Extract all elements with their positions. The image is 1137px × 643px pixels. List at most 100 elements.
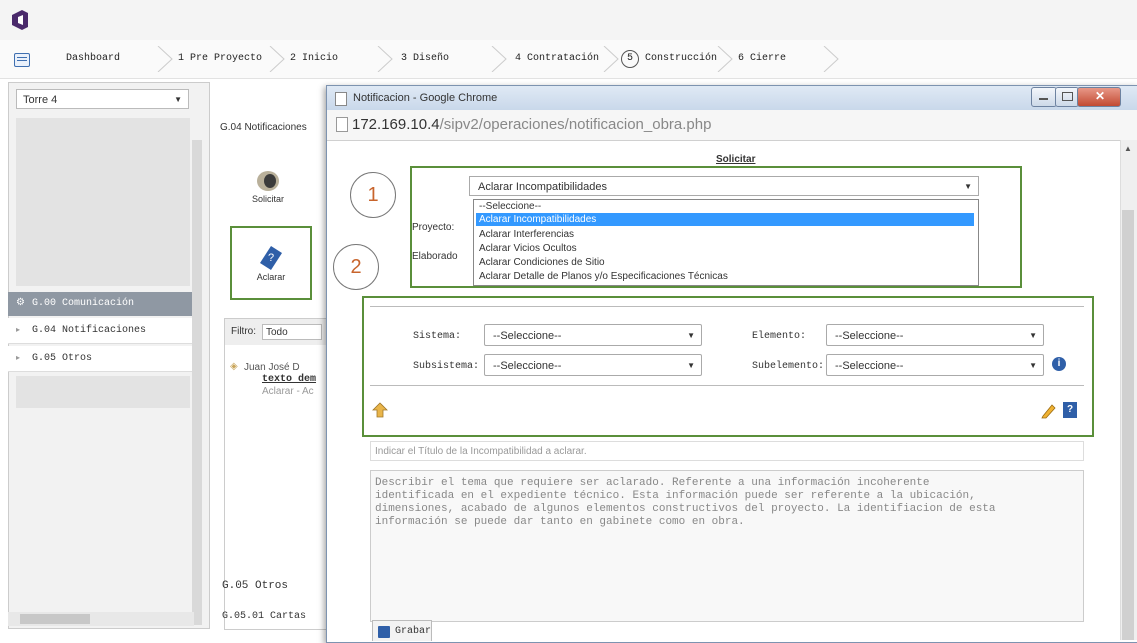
step-number: 1 (178, 53, 185, 64)
maximize-button[interactable] (1055, 87, 1079, 107)
type-option[interactable]: Aclarar Detalle de Planos y/o Especifica… (476, 270, 974, 283)
sistema-select[interactable]: --Seleccione-- ▼ (484, 324, 702, 346)
divider (370, 385, 1084, 386)
left-scrollbar[interactable] (192, 140, 202, 625)
minimize-button[interactable] (1031, 87, 1057, 107)
menu-toggle-icon[interactable] (14, 53, 30, 67)
section-title: G.04 Notificaciones (220, 122, 307, 133)
dropdown-arrow-icon: ▼ (687, 331, 695, 340)
group-header-label: G.00 Comunicación (32, 298, 135, 309)
step-label: Construcción (645, 53, 718, 64)
step-dashboard[interactable]: Dashboard (66, 48, 120, 70)
aclarar-button[interactable]: ? Aclarar (230, 226, 312, 300)
help-book-icon: ? (260, 246, 282, 270)
group-header[interactable]: ⚙ G.00 Comunicación (8, 292, 192, 316)
sistema-select-value: --Seleccione-- (493, 330, 562, 342)
upload-icon[interactable] (372, 402, 388, 418)
left-scroll-thumb[interactable] (20, 614, 90, 624)
subelemento-select-value: --Seleccione-- (835, 360, 904, 372)
step-pre-proyecto[interactable]: 1 Pre Proyecto (178, 48, 262, 70)
step-label: Pre Proyecto (190, 53, 263, 64)
solicitar-button[interactable]: Solicitar (238, 170, 298, 220)
list-item[interactable]: Juan José D ◈ texto dem Aclarar - Ac (228, 350, 328, 410)
url-host: 172.169.10.4 (352, 116, 440, 133)
page-icon (336, 117, 348, 132)
close-button[interactable]: ✕ (1077, 87, 1121, 107)
type-select-value: Aclarar Incompatibilidades (478, 181, 608, 193)
dropdown-arrow-icon: ▼ (964, 182, 972, 191)
step-number: 6 (738, 53, 745, 64)
left-panel-area (16, 118, 190, 286)
tower-select-value: Torre 4 (23, 94, 58, 106)
user-icon: ◈ (230, 361, 238, 372)
save-icon (378, 626, 390, 638)
minimize-icon (1039, 98, 1048, 100)
info-icon[interactable]: i (1052, 357, 1066, 371)
type-select[interactable]: Aclarar Incompatibilidades ▼ (469, 176, 979, 196)
dropdown-arrow-icon: ▼ (1029, 331, 1037, 340)
maximize-icon (1062, 92, 1073, 101)
filter-select[interactable]: Todo (262, 324, 322, 340)
app-header (0, 0, 1137, 41)
subsistema-select-value: --Seleccione-- (493, 360, 562, 372)
titulo-input[interactable]: Indicar el Título de la Incompatibilidad… (370, 441, 1084, 461)
subelemento-select[interactable]: --Seleccione-- ▼ (826, 354, 1044, 376)
elemento-select[interactable]: --Seleccione-- ▼ (826, 324, 1044, 346)
callout-1: 1 (350, 172, 396, 218)
left-item-otros[interactable]: G.05 Otros (8, 346, 192, 372)
otros-heading: G.05 Otros (222, 580, 289, 592)
pencil-icon[interactable] (1040, 403, 1056, 419)
scroll-up-icon[interactable]: ▲ (1124, 144, 1132, 153)
list-item-author: Juan José D (244, 362, 300, 373)
chevron-separator-icon (491, 46, 507, 72)
chevron-separator-icon (717, 46, 733, 72)
type-option-selected[interactable]: Aclarar Incompatibilidades (476, 213, 974, 226)
step-label: Contratación (527, 53, 600, 64)
type-option[interactable]: Aclarar Condiciones de Sitio (476, 256, 974, 269)
step-diseno[interactable]: 3 Diseño (401, 48, 449, 70)
subsistema-label: Subsistema: (413, 361, 480, 372)
step-cierre[interactable]: 6 Cierre (738, 48, 786, 70)
step-number: 2 (290, 53, 297, 64)
cartas-heading: G.05.01 Cartas (222, 611, 307, 622)
svg-text:?: ? (268, 252, 274, 264)
megaphone-icon (257, 171, 279, 191)
step-label: Dashboard (66, 53, 121, 64)
elemento-select-value: --Seleccione-- (835, 330, 904, 342)
proyecto-label: Proyecto: (412, 222, 455, 233)
left-item-notificaciones[interactable]: G.04 Notificaciones (8, 318, 192, 344)
step-contratacion[interactable]: 4 Contratación (515, 48, 599, 70)
callout-2: 2 (333, 244, 379, 290)
type-option[interactable]: Aclarar Vicios Ocultos (476, 242, 974, 255)
grabar-button[interactable]: Grabar (372, 620, 432, 641)
dropdown-arrow-icon: ▼ (174, 95, 182, 104)
sistema-label: Sistema: (413, 331, 462, 342)
group-icon: ⚙ (16, 298, 25, 309)
close-icon: ✕ (1095, 89, 1106, 103)
divider (370, 306, 1084, 307)
dropdown-arrow-icon: ▼ (1029, 361, 1037, 370)
chevron-separator-icon (603, 46, 619, 72)
page-icon (335, 92, 347, 106)
subelemento-label: Subelemento: (752, 361, 825, 372)
popup-scroll-thumb[interactable] (1122, 210, 1134, 640)
solicitar-label: Solicitar (251, 194, 284, 204)
help-icon[interactable]: ? (1063, 402, 1077, 418)
type-option[interactable]: --Seleccione-- (476, 200, 974, 213)
step-label: Inicio (302, 53, 339, 64)
url-text[interactable]: 172.169.10.4/sipv2/operaciones/notificac… (352, 116, 711, 133)
step-number: 3 (401, 53, 408, 64)
popup-title: Notificacion - Google Chrome (353, 92, 498, 104)
type-option[interactable]: Aclarar Interferencias (476, 228, 974, 241)
step-label: Diseño (413, 53, 450, 64)
subsistema-select[interactable]: --Seleccione-- ▼ (484, 354, 702, 376)
step-construccion[interactable]: 5 Construcción (621, 48, 717, 70)
elemento-label: Elemento: (752, 331, 807, 342)
tower-select[interactable]: Torre 4 ▼ (16, 89, 189, 109)
step-inicio[interactable]: 2 Inicio (290, 48, 338, 70)
chevron-separator-icon (157, 46, 173, 72)
aclarar-label: Aclarar (256, 272, 286, 282)
left-item-label: G.04 Notificaciones (32, 325, 147, 336)
left-item-label: G.05 Otros (32, 353, 93, 364)
descripcion-textarea[interactable]: Describir el tema que requiere ser aclar… (370, 470, 1084, 622)
